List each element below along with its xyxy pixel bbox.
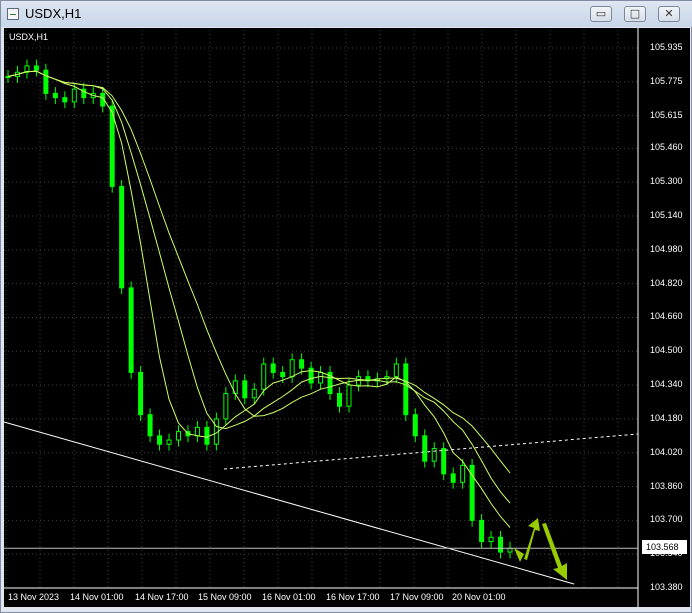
candle-body [138,371,144,416]
maximize-button[interactable]: □ [624,6,646,22]
x-tick-label: 13 Nov 2023 [8,592,60,602]
candle-body [412,414,418,437]
candle-body [479,519,485,543]
candle-body [147,414,153,437]
candle-body [393,363,399,378]
y-tick-label: 104.980 [650,243,683,254]
candle-body [52,92,58,99]
y-tick-label: 103.860 [650,480,683,491]
candle-body [157,435,163,445]
candle-body [223,393,229,420]
candle-body [62,97,68,103]
moving-average-line [7,70,511,504]
y-tick-label: 103.700 [650,514,683,525]
candle-body [422,435,428,462]
close-button[interactable]: ✕ [658,6,680,22]
y-tick-label: 104.020 [650,446,683,457]
x-tick-label: 16 Nov 01:00 [262,592,316,602]
candle-body [460,464,466,483]
y-tick-label: 105.935 [650,41,683,52]
chart-canvas[interactable] [4,28,690,607]
candle-body [289,359,295,378]
chart-symbol-label: USDX,H1 [9,32,49,42]
y-tick-label: 103.380 [650,582,683,592]
chart-window: USDX,H1 ▭ □ ✕ USDX,H1 105.935 105.775 105.… [0,0,692,613]
candle-body [204,426,210,445]
candle-body [71,88,77,103]
current-price-badge: 103.568 [642,540,687,554]
y-tick-label: 105.460 [650,142,683,153]
y-tick-label: 105.775 [650,75,683,86]
candle-body [450,473,456,483]
x-tick-label: 17 Nov 09:00 [390,592,444,602]
candle-body [261,363,267,390]
candle-body [270,363,276,373]
candle-body [194,426,200,437]
candle-body [280,371,286,378]
minimize-button[interactable]: ▭ [590,6,612,22]
x-tick-label: 20 Nov 01:00 [452,592,506,602]
y-tick-label: 104.820 [650,277,683,288]
price-chart[interactable] [4,28,690,607]
candle-body [431,448,437,462]
candle-body [507,547,513,553]
window-title: USDX,H1 [25,6,82,21]
candle-body [119,185,125,289]
y-tick-label: 105.615 [650,109,683,120]
candle-body [128,287,134,373]
y-tick-label: 105.300 [650,176,683,187]
candle-body [441,448,447,475]
candle-body [299,359,305,369]
chart-window-icon [7,8,19,20]
y-tick-label: 104.500 [650,345,683,356]
title-bar[interactable]: USDX,H1 ▭ □ ✕ [1,1,692,27]
candle-body [346,384,352,407]
candle-body [175,431,181,441]
candle-body [403,363,409,416]
x-tick-label: 14 Nov 01:00 [70,592,124,602]
candle-body [488,536,494,543]
dotted-trendline [223,433,639,470]
candle-body [33,65,39,71]
forecast-arrow [542,523,567,580]
candle-body [337,393,343,407]
y-tick-label: 104.660 [650,311,683,322]
candle-body [318,371,324,384]
candle-body [242,380,248,399]
x-tick-label: 16 Nov 17:00 [326,592,380,602]
candle-body [251,388,257,399]
y-tick-label: 104.180 [650,412,683,423]
y-tick-label: 104.340 [650,379,683,390]
x-tick-label: 14 Nov 17:00 [135,592,189,602]
x-tick-label: 15 Nov 09:00 [198,592,252,602]
candle-body [498,536,504,553]
candle-body [43,69,49,94]
candle-body [166,439,172,445]
y-tick-label: 105.140 [650,210,683,220]
